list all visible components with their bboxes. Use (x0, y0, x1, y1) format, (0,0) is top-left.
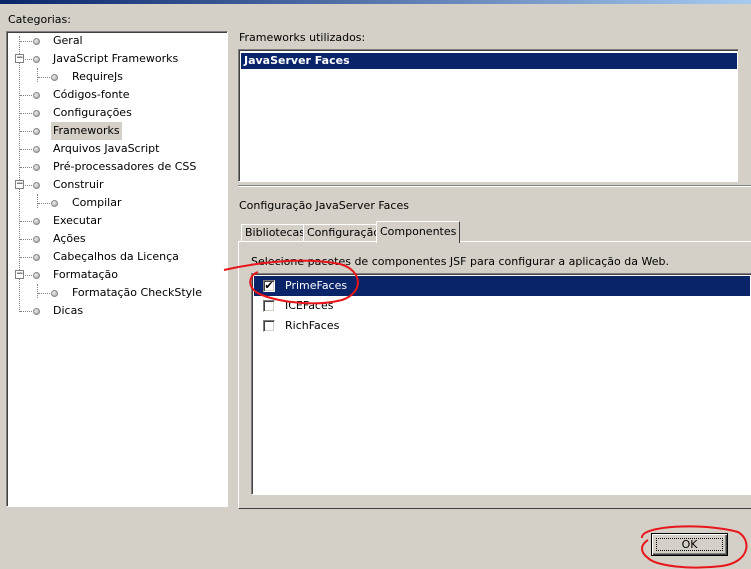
tab-bibliotecas[interactable]: Bibliotecas (241, 224, 310, 242)
ok-button-label: OK (681, 538, 698, 551)
component-label: PrimeFaces (285, 279, 348, 292)
component-item-icefaces[interactable]: ICEFaces (254, 296, 750, 316)
icefaces-checkbox[interactable] (263, 300, 275, 312)
title-bar (0, 0, 751, 4)
categories-tree[interactable]: Geral − JavaScript Frameworks RequireJs … (6, 31, 228, 507)
tree-item-label: Frameworks (51, 122, 122, 140)
bullet-icon (51, 200, 58, 207)
framework-item-javaserver-faces[interactable]: JavaServer Faces (241, 53, 737, 69)
ok-button[interactable]: OK (651, 533, 728, 556)
tree-item-label: Pré-processadores de CSS (53, 160, 197, 173)
collapse-icon[interactable]: − (15, 54, 24, 63)
bullet-icon (33, 38, 40, 45)
bullet-icon (33, 110, 40, 117)
collapse-icon[interactable]: − (15, 270, 24, 279)
components-list[interactable]: ✔ PrimeFaces ICEFaces RichFaces (251, 273, 751, 495)
tree-item-frameworks[interactable]: Frameworks (7, 122, 227, 140)
tree-item-requirejs[interactable]: RequireJs (7, 68, 227, 86)
primefaces-checkbox[interactable]: ✔ (263, 280, 275, 292)
tree-item-label: Configurações (53, 106, 132, 119)
tree-item-configuracoes[interactable]: Configurações (7, 104, 227, 122)
tree-item-dicas[interactable]: Dicas (7, 302, 227, 320)
tree-item-label: Construir (53, 178, 104, 191)
bullet-icon (33, 56, 40, 63)
tree-item-label: Arquivos JavaScript (53, 142, 160, 155)
component-item-primefaces[interactable]: ✔ PrimeFaces (254, 276, 750, 296)
bullet-icon (33, 146, 40, 153)
bullet-icon (51, 290, 58, 297)
tree-item-compilar[interactable]: Compilar (7, 194, 227, 212)
frameworks-label: Frameworks utilizados: (239, 31, 366, 44)
tree-item-javascript-frameworks[interactable]: − JavaScript Frameworks (7, 50, 227, 68)
tab-componentes[interactable]: Componentes (376, 221, 461, 243)
tree-item-label: Executar (53, 214, 102, 227)
tree-item-cabecalhos-licenca[interactable]: Cabeçalhos da Licença (7, 248, 227, 266)
tree-item-formatacao[interactable]: − Formatação (7, 266, 227, 284)
tree-item-label: Compilar (72, 196, 122, 209)
divider (238, 185, 751, 187)
tree-item-label: Formatação CheckStyle (72, 286, 202, 299)
components-description: Selecione pacotes de componentes JSF par… (251, 255, 669, 268)
collapse-icon[interactable]: − (15, 180, 24, 189)
bullet-icon (33, 308, 40, 315)
config-title: Configuração JavaServer Faces (239, 199, 409, 212)
component-item-richfaces[interactable]: RichFaces (254, 316, 750, 336)
bullet-icon (33, 236, 40, 243)
tree-item-label: Dicas (53, 304, 84, 317)
bullet-icon (33, 128, 40, 135)
tree-item-label: Cabeçalhos da Licença (53, 250, 179, 263)
bullet-icon (33, 164, 40, 171)
tree-item-label: Geral (53, 34, 83, 47)
bullet-icon (33, 182, 40, 189)
tree-item-pre-processadores-css[interactable]: Pré-processadores de CSS (7, 158, 227, 176)
tree-item-label: Formatação (53, 268, 119, 281)
component-label: RichFaces (285, 319, 340, 332)
component-label: ICEFaces (285, 299, 334, 312)
bullet-icon (33, 92, 40, 99)
bullet-icon (33, 272, 40, 279)
frameworks-list[interactable]: JavaServer Faces (238, 49, 738, 182)
bullet-icon (33, 218, 40, 225)
tree-item-label: Ações (53, 232, 86, 245)
tree-item-formatacao-checkstyle[interactable]: Formatação CheckStyle (7, 284, 227, 302)
tree-item-label: JavaScript Frameworks (53, 52, 179, 65)
tree-item-codigos-fonte[interactable]: Códigos-fonte (7, 86, 227, 104)
tree-item-acoes[interactable]: Ações (7, 230, 227, 248)
tree-item-geral[interactable]: Geral (7, 32, 227, 50)
tree-item-arquivos-javascript[interactable]: Arquivos JavaScript (7, 140, 227, 158)
tree-item-construir[interactable]: − Construir (7, 176, 227, 194)
bullet-icon (51, 74, 58, 81)
categories-label: Categorias: (8, 13, 71, 26)
tab-configuracao[interactable]: Configuração (303, 224, 385, 242)
tree-item-label: Códigos-fonte (53, 88, 130, 101)
richfaces-checkbox[interactable] (263, 320, 275, 332)
tree-item-label: RequireJs (72, 70, 123, 83)
bullet-icon (33, 254, 40, 261)
tree-item-executar[interactable]: Executar (7, 212, 227, 230)
